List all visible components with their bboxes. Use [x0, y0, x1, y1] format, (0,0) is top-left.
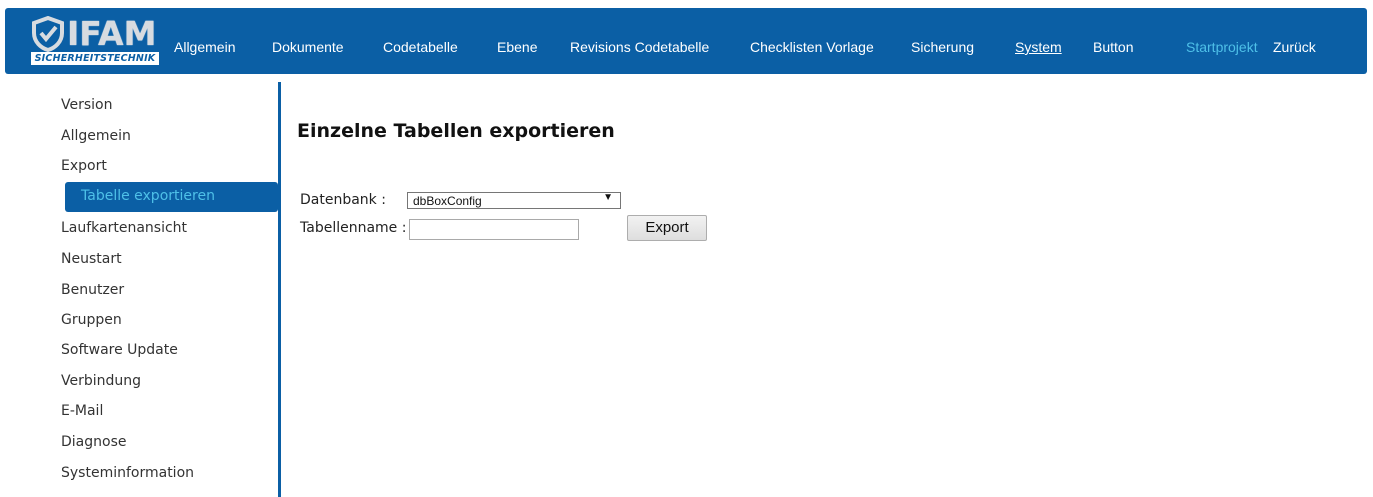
sidebar-item-export[interactable]: Export: [61, 158, 107, 174]
nav-button[interactable]: Button: [1093, 39, 1133, 55]
sidebar-item-neustart[interactable]: Neustart: [61, 251, 122, 267]
sidebar-item-label: Tabelle exportieren: [81, 188, 215, 204]
shield-check-icon: [32, 16, 64, 52]
database-label: Datenbank :: [300, 192, 386, 208]
nav-codetabelle[interactable]: Codetabelle: [383, 39, 458, 55]
sidebar-item-version[interactable]: Version: [61, 97, 112, 113]
nav-checklisten-vorlage[interactable]: Checklisten Vorlage: [750, 39, 874, 55]
sidebar-divider: [278, 82, 281, 497]
export-button[interactable]: Export: [627, 215, 707, 241]
sidebar-item-software-update[interactable]: Software Update: [61, 342, 178, 358]
nav-ebene[interactable]: Ebene: [497, 39, 537, 55]
sidebar-item-benutzer[interactable]: Benutzer: [61, 282, 124, 298]
sidebar-item-laufkartenansicht[interactable]: Laufkartenansicht: [61, 220, 187, 236]
logo-wordmark: IFAM: [67, 14, 157, 53]
logo-subtitle: SICHERHEITSTECHNIK: [31, 52, 159, 65]
nav-sicherung[interactable]: Sicherung: [911, 39, 974, 55]
sidebar: [0, 74, 280, 497]
sidebar-item-verbindung[interactable]: Verbindung: [61, 373, 141, 389]
nav-system[interactable]: System: [1015, 39, 1062, 55]
sidebar-item-allgemein[interactable]: Allgemein: [61, 128, 131, 144]
table-name-input[interactable]: [409, 219, 579, 240]
table-name-label: Tabellenname :: [300, 220, 407, 236]
nav-startprojekt[interactable]: Startprojekt: [1186, 39, 1258, 55]
nav-allgemein[interactable]: Allgemein: [174, 39, 235, 55]
sidebar-item-email[interactable]: E-Mail: [61, 403, 103, 419]
dropdown-arrow-icon: ▼: [603, 192, 613, 203]
nav-zurueck[interactable]: Zurück: [1273, 39, 1316, 55]
sidebar-item-systeminformation[interactable]: Systeminformation: [61, 465, 194, 481]
logo-mark: IFAM: [31, 16, 156, 52]
sidebar-item-diagnose[interactable]: Diagnose: [61, 434, 126, 450]
nav-dokumente[interactable]: Dokumente: [272, 39, 344, 55]
ifam-logo[interactable]: IFAM SICHERHEITSTECHNIK: [31, 16, 159, 72]
database-select[interactable]: dbBoxConfig ▼: [407, 192, 621, 209]
sidebar-item-tabelle-exportieren[interactable]: Tabelle exportieren: [65, 182, 278, 212]
page-title: Einzelne Tabellen exportieren: [297, 120, 615, 142]
nav-revisions-codetabelle[interactable]: Revisions Codetabelle: [570, 39, 709, 55]
top-nav-bar: IFAM SICHERHEITSTECHNIK Allgemein Dokume…: [5, 8, 1367, 74]
sidebar-item-gruppen[interactable]: Gruppen: [61, 312, 122, 328]
database-select-value: dbBoxConfig: [413, 194, 482, 208]
